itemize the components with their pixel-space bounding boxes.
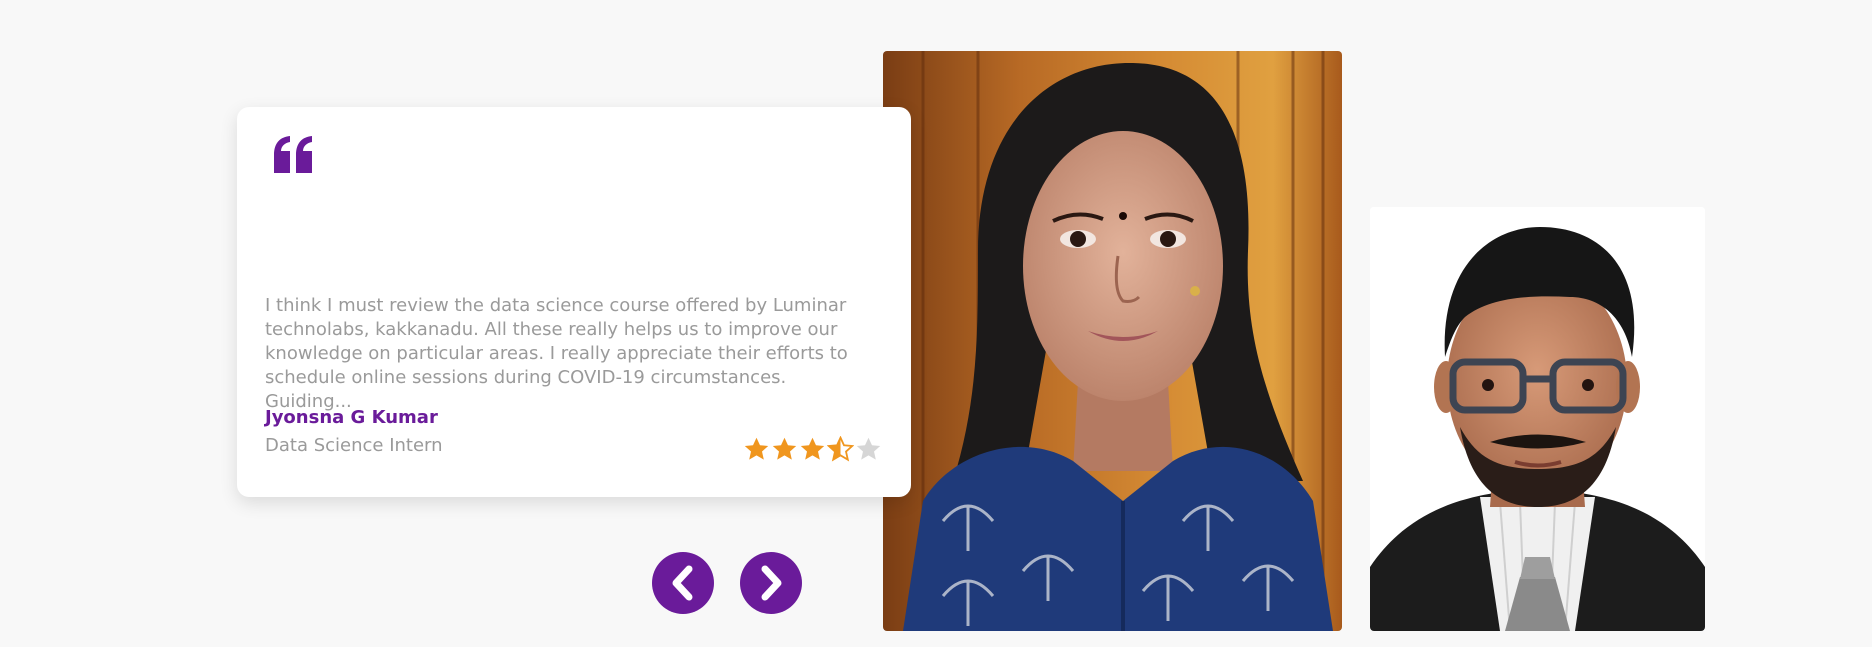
reviewer-photo-secondary xyxy=(1370,207,1705,631)
testimonial-card: I think I must review the data science c… xyxy=(237,107,911,497)
chevron-left-icon xyxy=(672,565,693,601)
star-empty-icon xyxy=(856,437,881,460)
reviewer-photo xyxy=(883,51,1342,631)
chevron-right-icon xyxy=(761,565,782,601)
quote-icon xyxy=(274,136,312,173)
star-full-icon xyxy=(744,437,769,460)
review-text: I think I must review the data science c… xyxy=(265,295,848,412)
star-half-icon xyxy=(827,436,854,462)
prev-button[interactable] xyxy=(652,552,714,614)
reviewer-role: Data Science Intern xyxy=(265,435,443,456)
star-full-icon xyxy=(772,437,797,460)
star-full-icon xyxy=(800,437,825,460)
star-rating xyxy=(743,436,882,466)
reviewer-name: Jyonsna G Kumar xyxy=(265,407,438,428)
next-button[interactable] xyxy=(740,552,802,614)
